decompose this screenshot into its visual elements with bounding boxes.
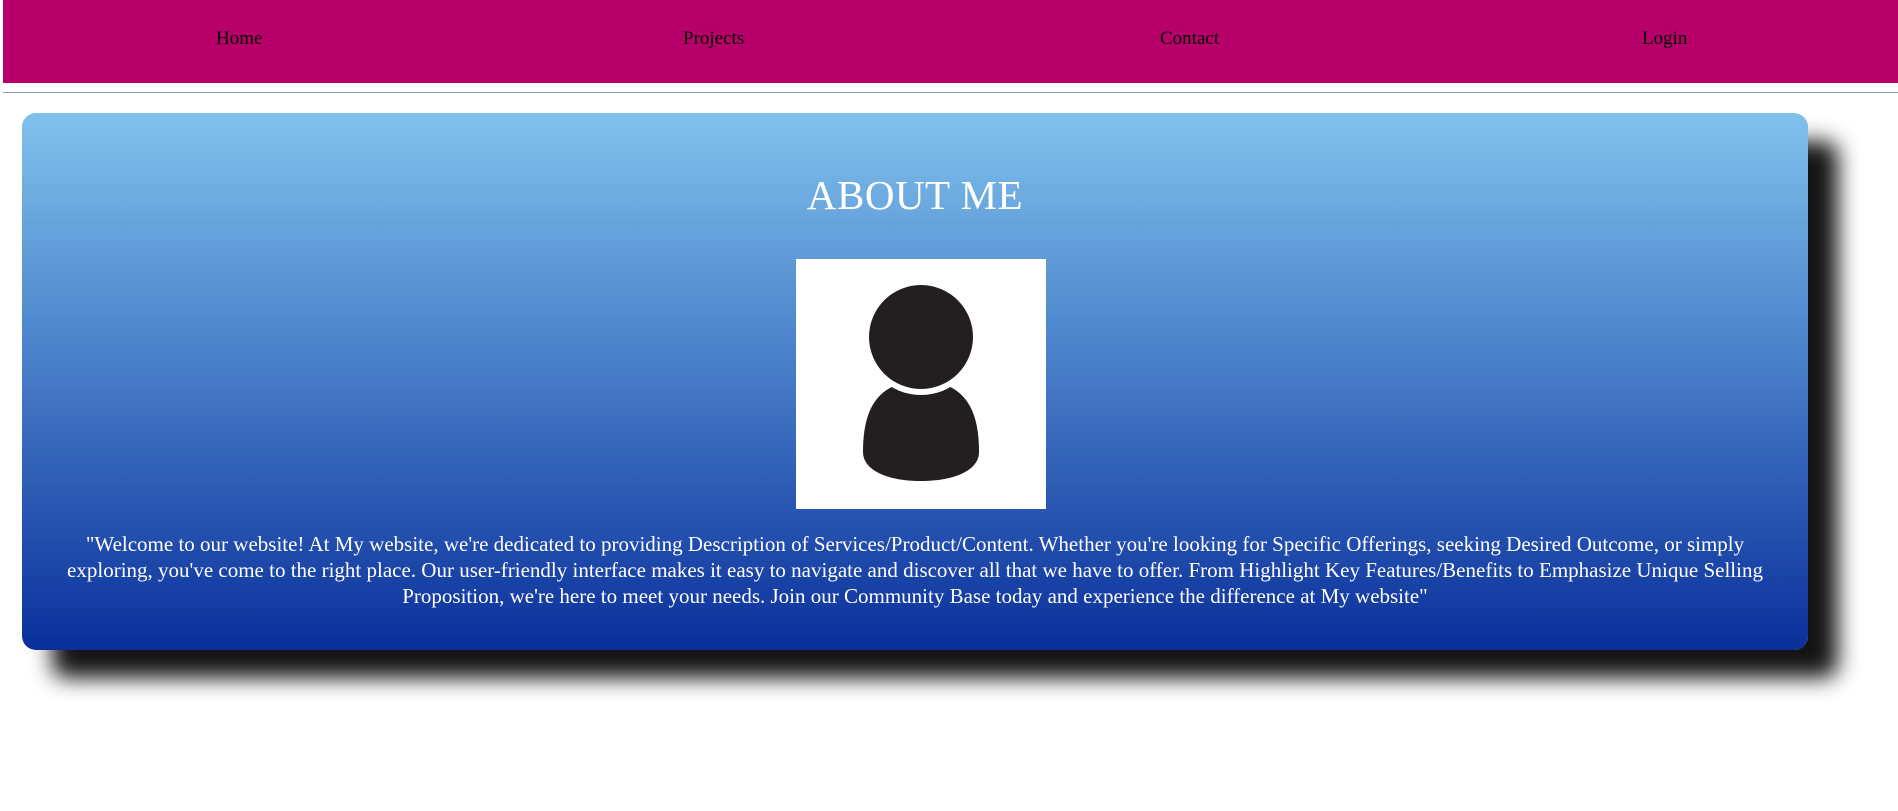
nav-link-home[interactable]: Home — [216, 28, 262, 50]
top-navbar: Home Projects Contact Login — [3, 0, 1898, 83]
nav-link-projects[interactable]: Projects — [683, 28, 744, 50]
about-card: ABOUT ME "Welcome to our website! At My … — [22, 113, 1808, 650]
user-avatar-icon — [796, 259, 1046, 509]
nav-divider — [3, 92, 1898, 93]
nav-link-login[interactable]: Login — [1642, 28, 1687, 50]
about-title: ABOUT ME — [806, 172, 1024, 218]
about-description: "Welcome to our website! At My website, … — [67, 532, 1763, 608]
nav-link-contact[interactable]: Contact — [1160, 28, 1219, 50]
